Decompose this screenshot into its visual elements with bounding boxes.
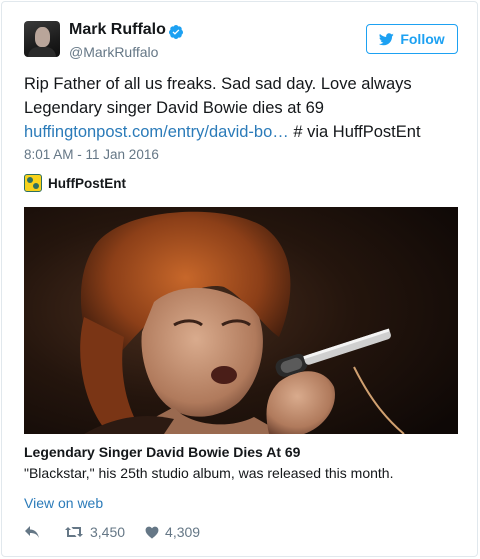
view-on-web-link[interactable]: View on web [24,495,103,511]
follow-button[interactable]: Follow [366,24,458,54]
tweet-text-line2: Legendary singer David Bowie dies at 69 [24,99,324,117]
retweet-button[interactable]: 3,450 [64,524,125,540]
avatar[interactable] [24,21,60,57]
retweet-count: 3,450 [90,524,126,540]
card-image[interactable] [24,207,458,434]
reply-icon [25,526,39,538]
tweet-text: Rip Father of all us freaks. Sad sad day… [24,72,464,144]
heart-icon [145,526,159,539]
verified-badge-icon [168,25,183,39]
card-source[interactable]: HuffPostEnt [24,174,126,192]
huffpost-logo-icon [24,174,42,192]
reply-button[interactable] [24,525,42,539]
article-link[interactable]: huffingtonpost.com/entry/david-bo… [24,123,289,141]
card-source-name: HuffPostEnt [48,175,126,191]
tweet-text-line3: huffingtonpost.com/entry/david-bo… # via… [24,120,464,144]
tweet-text-line1: Rip Father of all us freaks. Sad sad day… [24,75,412,93]
retweet-icon [65,527,83,537]
bowie-photo [24,207,458,434]
tweet-card: Mark Ruffalo @MarkRuffalo Follow Rip Fat… [1,1,478,557]
follow-button-label: Follow [400,31,445,47]
card-description: "Blackstar," his 25th studio album, was … [24,465,394,481]
author-handle[interactable]: @MarkRuffalo [69,44,158,60]
like-count: 4,309 [165,524,201,540]
author-name[interactable]: Mark Ruffalo [69,21,166,39]
twitter-bird-icon [379,32,395,45]
tweet-actions: 3,450 4,309 [24,522,200,542]
via-text: # via HuffPostEnt [288,123,421,141]
card-title[interactable]: Legendary Singer David Bowie Dies At 69 [24,444,300,460]
tweet-timestamp[interactable]: 8:01 AM - 11 Jan 2016 [24,147,159,162]
like-button[interactable]: 4,309 [145,524,200,540]
